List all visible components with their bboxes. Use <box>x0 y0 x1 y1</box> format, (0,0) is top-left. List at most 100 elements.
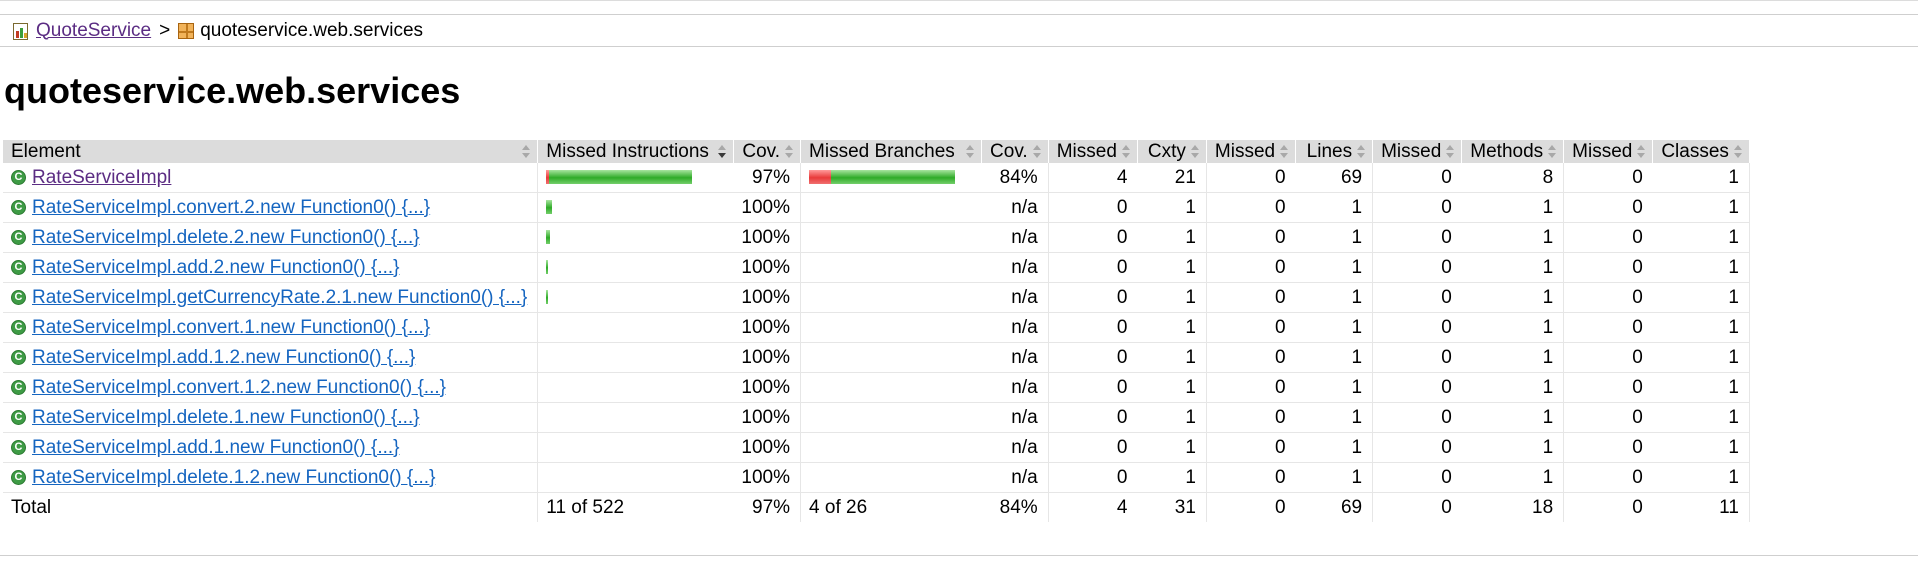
element-link[interactable]: RateServiceImpl.delete.1.2.new Function0… <box>32 467 435 489</box>
header-missed-instructions[interactable]: Missed Instructions <box>537 140 734 163</box>
class-icon: C <box>11 350 26 365</box>
branches-bar-cell <box>800 342 982 373</box>
classes-missed: 0 <box>1563 192 1653 223</box>
table-row: C RateServiceImpl.getCurrencyRate.2.1.new… <box>3 282 1750 313</box>
total-methods: 18 <box>1461 492 1565 522</box>
class-icon: C <box>11 440 26 455</box>
branches-bar-cell <box>800 163 982 193</box>
sort-icon <box>1280 145 1289 159</box>
element-link[interactable]: RateServiceImpl.convert.1.new Function0(… <box>32 317 430 339</box>
methods-missed: 0 <box>1372 462 1462 493</box>
header-lines[interactable]: Lines <box>1295 140 1374 163</box>
class-icon: C <box>11 410 26 425</box>
branches-bar-cell <box>800 432 982 463</box>
element-cell: C RateServiceImpl.getCurrencyRate.2.1.new… <box>3 282 539 313</box>
element-link[interactable]: RateServiceImpl.delete.2.new Function0()… <box>32 227 420 249</box>
lines: 1 <box>1295 222 1374 253</box>
classes-missed: 0 <box>1563 372 1653 403</box>
header-cxty[interactable]: Cxty <box>1137 140 1207 163</box>
classes: 1 <box>1652 192 1750 223</box>
cxty: 1 <box>1137 282 1207 313</box>
lines-missed: 0 <box>1206 402 1296 433</box>
methods: 1 <box>1461 312 1565 343</box>
element-cell: C RateServiceImpl.add.2.new Function0() {… <box>3 252 539 283</box>
element-link[interactable]: RateServiceImpl.convert.2.new Function0(… <box>32 197 430 219</box>
element-link[interactable]: RateServiceImpl <box>32 167 171 189</box>
total-cxty-missed: 4 <box>1048 492 1138 522</box>
lines-missed: 0 <box>1206 282 1296 313</box>
cxty: 1 <box>1137 252 1207 283</box>
header-instructions-cov[interactable]: Cov. <box>733 140 802 163</box>
methods: 1 <box>1461 342 1565 373</box>
classes-missed: 0 <box>1563 163 1653 193</box>
element-link[interactable]: RateServiceImpl.delete.1.new Function0()… <box>32 407 420 429</box>
instructions-bar-cell <box>537 312 734 343</box>
cxty-missed: 0 <box>1048 252 1138 283</box>
sort-icon <box>1733 145 1743 159</box>
instructions-cov: 100% <box>733 252 802 283</box>
instructions-bar-cell <box>537 192 734 223</box>
element-cell: C RateServiceImpl.add.1.new Function0() {… <box>3 432 539 463</box>
header-cxty-missed[interactable]: Missed <box>1048 140 1138 163</box>
element-cell: C RateServiceImpl.convert.2.new Function0… <box>3 192 539 223</box>
branches-coverage-bar <box>809 170 956 185</box>
methods-missed: 0 <box>1372 372 1462 403</box>
element-link[interactable]: RateServiceImpl.add.1.2.new Function0() … <box>32 347 415 369</box>
element-cell: C RateServiceImpl.delete.2.new Function0(… <box>3 222 539 253</box>
branches-cov: n/a <box>981 222 1049 253</box>
sort-icon <box>1637 145 1646 159</box>
cxty: 1 <box>1137 462 1207 493</box>
branches-cov: n/a <box>981 282 1049 313</box>
branches-cov: n/a <box>981 432 1049 463</box>
instructions-coverage-bar <box>546 260 549 275</box>
class-icon: C <box>11 380 26 395</box>
header-classes-missed[interactable]: Missed <box>1563 140 1654 163</box>
methods: 1 <box>1461 282 1565 313</box>
element-link[interactable]: RateServiceImpl.getCurrencyRate.2.1.new … <box>32 287 527 309</box>
sort-icon <box>1032 145 1042 159</box>
classes: 1 <box>1652 312 1750 343</box>
table-row: C RateServiceImpl.convert.2.new Function0… <box>3 192 1750 223</box>
classes: 1 <box>1652 342 1750 373</box>
header-element[interactable]: Element <box>3 140 539 163</box>
header-lines-missed[interactable]: Missed <box>1206 140 1297 163</box>
lines-missed: 0 <box>1206 342 1296 373</box>
element-link[interactable]: RateServiceImpl.add.1.new Function0() {.… <box>32 437 400 459</box>
instructions-cov: 100% <box>733 192 802 223</box>
instructions-cov: 100% <box>733 282 802 313</box>
header-missed-branches[interactable]: Missed Branches <box>800 140 983 163</box>
total-branches: 4 of 26 <box>800 492 982 522</box>
total-cxty: 31 <box>1137 492 1207 522</box>
header-classes[interactable]: Classes <box>1652 140 1750 163</box>
methods-missed: 0 <box>1372 402 1462 433</box>
methods: 1 <box>1461 462 1565 493</box>
header-branches-cov[interactable]: Cov. <box>981 140 1049 163</box>
cxty: 1 <box>1137 222 1207 253</box>
breadcrumb-root-link[interactable]: QuoteService <box>36 20 151 42</box>
cxty-missed: 0 <box>1048 282 1138 313</box>
branches-cov: n/a <box>981 192 1049 223</box>
classes: 1 <box>1652 372 1750 403</box>
cxty-missed: 0 <box>1048 462 1138 493</box>
cxty-missed: 0 <box>1048 312 1138 343</box>
methods: 8 <box>1461 163 1565 193</box>
header-methods-missed[interactable]: Missed <box>1372 140 1463 163</box>
table-row: C RateServiceImpl.convert.1.new Function0… <box>3 312 1750 343</box>
branches-cov: 84% <box>981 163 1049 193</box>
sort-icon <box>1357 145 1366 159</box>
total-label: Total <box>3 492 539 522</box>
header-methods[interactable]: Methods <box>1461 140 1565 163</box>
lines: 1 <box>1295 282 1374 313</box>
element-link[interactable]: RateServiceImpl.add.2.new Function0() {.… <box>32 257 400 279</box>
class-icon: C <box>11 320 26 335</box>
element-link[interactable]: RateServiceImpl.convert.1.2.new Function… <box>32 377 446 399</box>
total-methods-missed: 0 <box>1372 492 1462 522</box>
lines-missed: 0 <box>1206 312 1296 343</box>
total-lines: 69 <box>1295 492 1374 522</box>
total-instructions: 11 of 522 <box>537 492 734 522</box>
package-icon <box>178 22 195 39</box>
methods: 1 <box>1461 432 1565 463</box>
total-classes: 11 <box>1652 492 1750 522</box>
branches-bar-cell <box>800 402 982 433</box>
table-row: C RateServiceImpl.convert.1.2.new Functio… <box>3 372 1750 403</box>
